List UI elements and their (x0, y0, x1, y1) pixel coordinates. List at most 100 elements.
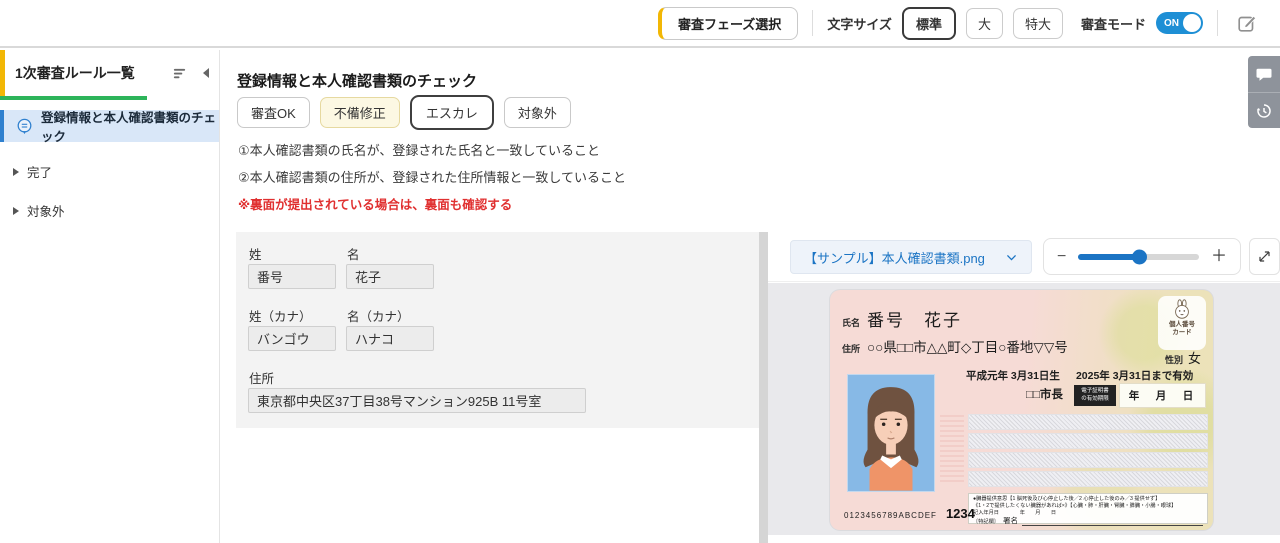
card-address-label: 住所 (842, 344, 861, 354)
top-bar: 審査フェーズ選択 文字サイズ 標準 大 特大 審査モード ON (0, 0, 1280, 48)
portrait-photo (847, 374, 935, 492)
viewer-canvas: 氏名 番号 花子 住所 ○○県□□市△△町◇丁目○番地▽▽号 個人番号 カード … (768, 283, 1280, 535)
cert-badge-line1: 電子証明書 (1081, 388, 1109, 394)
file-name: 【サンプル】本人確認書類.png (804, 250, 985, 266)
card-name-value: 番号 花子 (867, 311, 963, 330)
review-mode-label: 審査モード (1080, 16, 1146, 32)
fullscreen-button[interactable] (1249, 238, 1280, 275)
active-rule-indicator (0, 96, 147, 100)
cert-expiry-badge: 電子証明書 の有効期限 (1074, 385, 1116, 406)
address-label: 住所 (249, 372, 275, 386)
sidebar-group-done[interactable]: 完了 (13, 162, 219, 181)
defect-fix-button[interactable]: 不備修正 (319, 97, 400, 128)
backside-warning: ※裏面が提出されている場合は、裏面も確認する (238, 198, 513, 212)
organ-line2: 《1・2で提供したくない臓器があれば×》【心臓・肺・肝臓・腎臓・膵臓・小腸・眼球… (973, 502, 1177, 509)
history-button[interactable] (1248, 92, 1280, 128)
last-name-label: 姓 (249, 248, 262, 262)
first-name-field[interactable] (346, 264, 434, 289)
gender-label: 性別 (1164, 355, 1183, 365)
review-phase-select-button[interactable]: 審査フェーズ選択 (657, 6, 799, 40)
divider (812, 10, 814, 36)
comments-button[interactable] (1248, 56, 1280, 92)
comment-icon (16, 118, 33, 135)
rabbit-mascot-icon (1171, 299, 1193, 321)
organ-line4: 〔特記欄〕 (973, 519, 999, 526)
mynumber-card-badge: 個人番号 カード (1158, 296, 1206, 350)
font-size-label: 文字サイズ (827, 16, 892, 32)
sidebar-collapse-icon[interactable] (203, 68, 209, 78)
first-name-label: 名 (347, 248, 360, 262)
signature-line (1021, 519, 1203, 526)
chevron-right-icon (13, 167, 19, 176)
zoom-slider-fill (1078, 253, 1139, 260)
last-name-kana-field[interactable] (248, 326, 336, 351)
sidebar-item-label: 登録情報と本人確認書類のチェック (41, 111, 217, 144)
birth-date: 平成元年 3月31日生 (966, 370, 1060, 382)
edit-icon (1236, 12, 1258, 34)
gender-value: 女 (1187, 351, 1201, 366)
chat-bubble-icon (1255, 65, 1273, 83)
review-ok-button[interactable]: 審査OK (237, 97, 310, 128)
sort-icon[interactable] (172, 66, 187, 81)
history-icon (1255, 102, 1273, 120)
zoom-in-button[interactable]: ＋ (1211, 248, 1227, 265)
sidebar-header: 1次審査ルール一覧 (0, 50, 219, 96)
panel-divider (759, 232, 768, 543)
expand-icon (1257, 249, 1272, 264)
card-dates: 平成元年 3月31日生 2025年 3月31日まで有効 (966, 368, 1193, 383)
document-viewer: 【サンプル】本人確認書類.png − ＋ 氏名 番号 花子 住所 ○○県□□市△… (768, 232, 1280, 543)
first-name-kana-label: 名（カナ） (347, 310, 410, 324)
card-gender: 性別 女 (1165, 348, 1201, 367)
escalate-button[interactable]: エスカレ (409, 95, 494, 130)
sidebar-group-label: 完了 (27, 166, 53, 180)
cert-badge-line2: の有効期限 (1081, 396, 1109, 403)
sidebar-group-label: 対象外 (27, 205, 65, 219)
first-name-kana-field[interactable] (346, 326, 434, 351)
sidebar-item-selected-rule[interactable]: 登録情報と本人確認書類のチェック (0, 110, 219, 144)
viewer-toolbar: 【サンプル】本人確認書類.png − ＋ (768, 232, 1280, 282)
correction-area (968, 414, 1208, 491)
divider (1217, 10, 1218, 36)
app-window: 審査フェーズ選択 文字サイズ 標準 大 特大 審査モード ON 1次審査ルール一… (0, 0, 1280, 543)
pin-number: 1234 (945, 506, 975, 521)
instruction-1: ①本人確認書類の氏名が、登録された氏名と一致していること (238, 143, 601, 158)
zoom-out-button[interactable]: − (1057, 248, 1066, 265)
zoom-control: − ＋ (1043, 238, 1241, 275)
font-size-standard-button[interactable]: 標準 (901, 6, 956, 40)
address-field[interactable] (248, 388, 586, 413)
badge-line2: カード (1172, 329, 1192, 337)
instruction-2: ②本人確認書類の住所が、登録された住所情報と一致していること (238, 170, 627, 185)
zoom-slider[interactable] (1078, 249, 1199, 264)
organ-donation-box: ●臓器提供意思【1 脳死後及び心停止した後／2 心停止した後のみ／3 提供せず】… (968, 493, 1208, 526)
review-mode-toggle[interactable]: ON (1156, 12, 1203, 34)
sidebar-group-excluded[interactable]: 対象外 (13, 201, 219, 220)
card-address-value: ○○県□□市△△町◇丁目○番地▽▽号 (867, 340, 1068, 355)
card-name-label: 氏名 (842, 318, 861, 328)
page-title: 登録情報と本人確認書類のチェック (237, 73, 478, 90)
toggle-state-text: ON (1164, 17, 1179, 29)
sidebar: 1次審査ルール一覧 登録情報と本人確認書類のチェック 完了 対象外 (0, 50, 220, 543)
registration-form-panel: 姓 名 姓（カナ） 名（カナ） 住所 (236, 232, 759, 428)
review-action-row: 審査OK 不備修正 エスカレ 対象外 (237, 95, 571, 130)
id-card: 氏名 番号 花子 住所 ○○県□□市△△町◇丁目○番地▽▽号 個人番号 カード … (830, 290, 1213, 530)
font-size-xlarge-button[interactable]: 特大 (1012, 7, 1063, 39)
organ-line1: ●臓器提供意思【1 脳死後及び心停止した後／2 心停止した後のみ／3 提供せず】 (973, 496, 1161, 502)
chevron-down-icon (1005, 251, 1018, 264)
sidebar-title: 1次審査ルール一覧 (15, 65, 135, 81)
chevron-right-icon (13, 206, 19, 215)
zoom-slider-knob[interactable] (1131, 249, 1147, 264)
toggle-knob (1183, 14, 1201, 32)
edit-button[interactable] (1232, 8, 1262, 38)
signature-label: 署名 (1002, 516, 1018, 526)
cert-date-box: 年 月 日 (1119, 383, 1206, 408)
last-name-kana-label: 姓（カナ） (249, 310, 312, 324)
security-pattern (940, 414, 964, 482)
file-select-dropdown[interactable]: 【サンプル】本人確認書類.png (790, 240, 1032, 274)
exclude-button[interactable]: 対象外 (503, 97, 571, 128)
card-number: 0123456789ABCDEF (844, 511, 937, 520)
last-name-field[interactable] (248, 264, 336, 289)
font-size-large-button[interactable]: 大 (965, 7, 1003, 39)
issuer: □□市長 (1026, 389, 1063, 401)
side-tool-stack (1248, 56, 1280, 128)
card-number-row: 0123456789ABCDEF 1234 (844, 506, 975, 521)
